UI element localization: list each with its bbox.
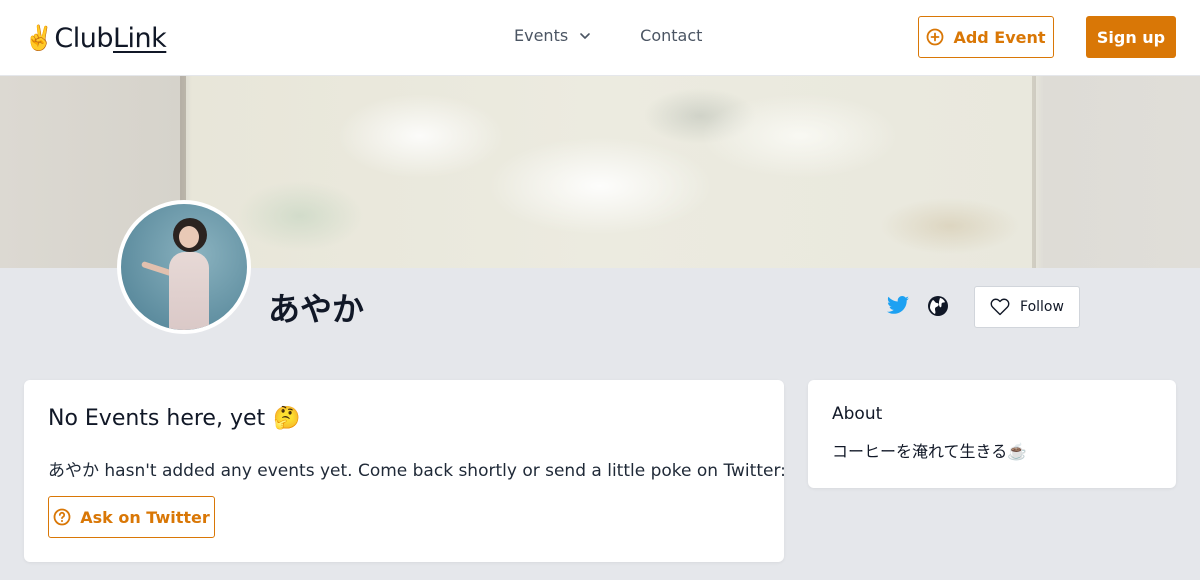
sign-up-button[interactable]: Sign up xyxy=(1086,16,1176,58)
about-title: About xyxy=(832,404,883,424)
logo-text-link: Link xyxy=(113,22,167,54)
events-empty-message: あやか hasn't added any events yet. Come ba… xyxy=(48,461,786,481)
events-empty-title-text: No Events here, yet xyxy=(48,406,266,431)
nav-contact-label: Contact xyxy=(640,26,703,45)
victory-hand-icon: ✌️ xyxy=(24,24,54,52)
twitter-link[interactable] xyxy=(886,294,910,318)
main-nav: Events Contact xyxy=(514,26,702,45)
thinking-face-icon: 🤔 xyxy=(273,406,301,431)
events-empty-title: No Events here, yet 🤔 xyxy=(48,406,301,431)
ask-on-twitter-label: Ask on Twitter xyxy=(80,507,210,527)
follow-button[interactable]: Follow xyxy=(974,286,1080,328)
question-circle-icon xyxy=(53,508,71,526)
heart-icon xyxy=(990,298,1010,316)
top-header: ✌️ Club Link Events Contact Add Event Sig… xyxy=(0,0,1200,76)
about-text: コーヒーを淹れて生きる☕️ xyxy=(832,442,1028,461)
add-event-button[interactable]: Add Event xyxy=(918,16,1054,58)
clublink-logo[interactable]: ✌️ Club Link xyxy=(24,20,167,56)
nav-events-label: Events xyxy=(514,26,569,45)
plus-circle-icon xyxy=(927,28,944,46)
logo-text-club: Club xyxy=(54,22,113,54)
ask-on-twitter-button[interactable]: Ask on Twitter xyxy=(48,496,215,538)
website-link[interactable] xyxy=(926,294,950,318)
profile-avatar xyxy=(117,200,251,334)
globe-icon xyxy=(928,296,948,316)
banner-edge-shadow-right xyxy=(1032,76,1036,268)
nav-contact[interactable]: Contact xyxy=(640,26,702,45)
follow-label: Follow xyxy=(1020,299,1064,315)
avatar-dress xyxy=(169,252,209,330)
nav-events-dropdown[interactable]: Events xyxy=(514,26,592,45)
twitter-icon xyxy=(887,296,909,314)
events-card: No Events here, yet 🤔 あやか hasn't added a… xyxy=(24,380,786,562)
avatar-face xyxy=(179,226,199,248)
add-event-label: Add Event xyxy=(953,27,1046,47)
sign-up-label: Sign up xyxy=(1096,27,1166,47)
profile-name: あやか xyxy=(268,290,365,328)
about-card: About コーヒーを淹れて生きる☕️ xyxy=(808,380,1176,488)
chevron-down-icon xyxy=(580,32,590,39)
